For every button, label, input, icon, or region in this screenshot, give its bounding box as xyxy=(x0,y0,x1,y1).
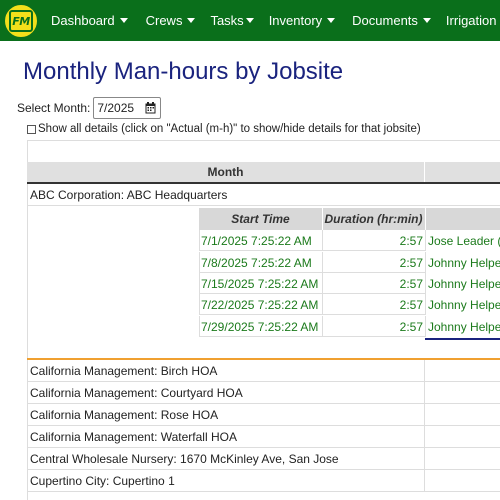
header-divider xyxy=(425,208,426,230)
detail-start-time: 7/15/2025 7:25:22 AM xyxy=(199,273,322,294)
cell-divider xyxy=(424,404,425,426)
logo-text: FM xyxy=(9,10,33,32)
jobsite-name: California Management: Birch HOA xyxy=(30,364,218,378)
detail-duration: 2:57 xyxy=(322,294,425,315)
cell-divider xyxy=(424,360,425,382)
detail-row: 7/1/2025 7:25:22 AM 2:57 Jose Leader ( xyxy=(199,230,500,252)
detail-start-time: 7/8/2025 7:25:22 AM xyxy=(199,252,322,273)
chevron-down-icon xyxy=(119,18,128,23)
month-label: Select Month: xyxy=(17,101,91,115)
detail-row: 7/29/2025 7:25:22 AM 2:57 Johnny Helpe xyxy=(199,316,500,338)
chevron-down-icon xyxy=(327,18,336,23)
jobsite-row[interactable]: California Management: Waterfall HOA xyxy=(27,426,500,448)
jobsite-name: California Management: Courtyard HOA xyxy=(30,386,243,400)
detail-duration: 2:57 xyxy=(322,252,425,273)
chevron-down-icon xyxy=(422,18,431,23)
jobsite-name: ABC Corporation: ABC Headquarters xyxy=(30,188,228,202)
table-header: Month xyxy=(27,162,500,184)
nav-dashboard[interactable]: Dashboard xyxy=(51,13,128,28)
jobsite-name: Central Wholesale Nursery: 1670 McKinley… xyxy=(30,452,339,466)
table-border xyxy=(27,140,500,141)
jobsite-row[interactable]: California Management: Rose HOA xyxy=(27,404,500,426)
jobsite-row[interactable]: California Management: Birch HOA xyxy=(27,360,500,382)
detail-start-time: 7/1/2025 7:25:22 AM xyxy=(199,230,322,251)
month-input[interactable]: 7/2025 xyxy=(93,97,162,119)
detail-duration: 2:57 xyxy=(322,230,425,251)
detail-row: 7/22/2025 7:25:22 AM 2:57 Johnny Helpe xyxy=(199,294,500,316)
detail-worker: Johnny Helpe xyxy=(425,252,500,273)
detail-row: 7/15/2025 7:25:22 AM 2:57 Johnny Helpe xyxy=(199,273,500,295)
detail-worker: Jose Leader ( xyxy=(425,230,500,251)
nav-documents[interactable]: Documents xyxy=(352,13,431,28)
month-selector: Select Month: 7/2025 xyxy=(17,97,162,119)
detail-duration: 2:57 xyxy=(322,273,425,294)
nav-menu: Dashboard Crews Tasks Inventory Document… xyxy=(51,0,500,41)
month-value: 7/2025 xyxy=(97,101,135,115)
show-all-label: Show all details (click on "Actual (m-h)… xyxy=(38,123,421,135)
detail-header: Start Time Duration (hr:min) xyxy=(199,208,500,230)
detail-worker: Johnny Helpe xyxy=(425,316,500,337)
detail-worker: Johnny Helpe xyxy=(425,294,500,315)
nav-tasks[interactable]: Tasks xyxy=(210,13,254,28)
detail-worker: Johnny Helpe xyxy=(425,273,500,294)
detail-underline xyxy=(425,338,500,340)
jobsite-row[interactable]: Central Wholesale Nursery: 1670 McKinley… xyxy=(27,448,500,470)
column-header-start-time: Start Time xyxy=(231,212,290,226)
jobsite-row[interactable]: California Management: Courtyard HOA xyxy=(27,382,500,404)
page-title: Monthly Man-hours by Jobsite xyxy=(23,58,344,85)
show-all-details: Show all details (click on "Actual (m-h)… xyxy=(27,123,421,135)
jobsite-name: Cupertino City: Cupertino 1 xyxy=(30,474,175,488)
top-navbar: FM Dashboard Crews Tasks Inventory Docum… xyxy=(0,0,500,41)
cell-divider xyxy=(424,470,425,492)
app-logo[interactable]: FM xyxy=(3,3,39,39)
cell-divider xyxy=(424,382,425,404)
detail-start-time: 7/22/2025 7:25:22 AM xyxy=(199,294,322,315)
nav-irrigation[interactable]: Irrigation xyxy=(446,13,500,28)
jobsite-row-expanded[interactable]: ABC Corporation: ABC Headquarters xyxy=(27,184,500,206)
column-header-month: Month xyxy=(207,165,244,179)
cell-divider xyxy=(424,448,425,470)
nav-inventory[interactable]: Inventory xyxy=(269,13,336,28)
chevron-down-icon xyxy=(245,18,254,23)
detail-row: 7/8/2025 7:25:22 AM 2:57 Johnny Helpe xyxy=(199,252,500,274)
nav-crews[interactable]: Crews xyxy=(146,13,196,28)
jobsite-row[interactable]: Cupertino City: Cupertino 1 xyxy=(27,470,500,492)
jobsite-name: California Management: Waterfall HOA xyxy=(30,430,237,444)
column-header-duration: Duration (hr:min) xyxy=(324,212,423,226)
chevron-down-icon xyxy=(187,18,196,23)
cell-divider xyxy=(424,426,425,448)
detail-duration: 2:57 xyxy=(322,316,425,337)
calendar-icon[interactable] xyxy=(145,102,156,114)
detail-start-time: 7/29/2025 7:25:22 AM xyxy=(199,316,322,337)
header-divider xyxy=(424,162,425,182)
show-all-checkbox[interactable] xyxy=(27,124,36,134)
jobsite-name: California Management: Rose HOA xyxy=(30,408,219,422)
manhours-table: Month ABC Corporation: ABC Headquarters … xyxy=(27,140,500,500)
